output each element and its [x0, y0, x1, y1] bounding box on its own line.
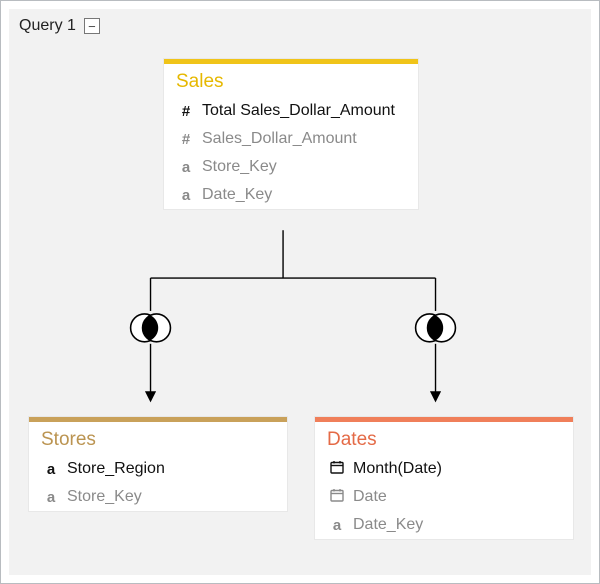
query-canvas: Query 1 −	[9, 9, 591, 575]
field-name: Sales_Dollar_Amount	[202, 130, 357, 148]
field-row[interactable]: Date	[315, 483, 573, 511]
numeric-icon: #	[178, 131, 194, 148]
field-name: Store_Key	[202, 158, 277, 176]
join-icon[interactable]	[131, 314, 171, 342]
field-name: Store_Key	[67, 488, 142, 506]
table-title: Sales	[164, 64, 418, 97]
query-label: Query 1	[19, 17, 76, 35]
field-row[interactable]: # Total Sales_Dollar_Amount	[164, 97, 418, 125]
text-icon: a	[43, 461, 59, 478]
field-row[interactable]: Month(Date)	[315, 455, 573, 483]
field-row[interactable]: a Store_Region	[29, 455, 287, 483]
query-header: Query 1 −	[19, 17, 100, 35]
field-name: Month(Date)	[353, 460, 442, 478]
field-name: Store_Region	[67, 460, 165, 478]
table-card-sales[interactable]: Sales # Total Sales_Dollar_Amount # Sale…	[164, 59, 418, 209]
collapse-button[interactable]: −	[84, 18, 100, 34]
field-name: Date	[353, 488, 387, 506]
text-icon: a	[178, 159, 194, 176]
field-row[interactable]: a Date_Key	[315, 511, 573, 539]
table-title: Stores	[29, 422, 287, 455]
field-name: Date_Key	[353, 516, 423, 534]
field-row[interactable]: a Date_Key	[164, 181, 418, 209]
table-card-dates[interactable]: Dates Month(Date) Date a Date_Key	[315, 417, 573, 539]
text-icon: a	[43, 489, 59, 506]
table-title: Dates	[315, 422, 573, 455]
field-row[interactable]: # Sales_Dollar_Amount	[164, 125, 418, 153]
calendar-icon	[329, 488, 345, 506]
text-icon: a	[329, 517, 345, 534]
field-row[interactable]: a Store_Key	[29, 483, 287, 511]
numeric-icon: #	[178, 103, 194, 120]
table-card-stores[interactable]: Stores a Store_Region a Store_Key	[29, 417, 287, 511]
join-icon[interactable]	[416, 314, 456, 342]
field-name: Date_Key	[202, 186, 272, 204]
field-row[interactable]: a Store_Key	[164, 153, 418, 181]
field-name: Total Sales_Dollar_Amount	[202, 102, 395, 120]
text-icon: a	[178, 187, 194, 204]
calendar-icon	[329, 460, 345, 478]
